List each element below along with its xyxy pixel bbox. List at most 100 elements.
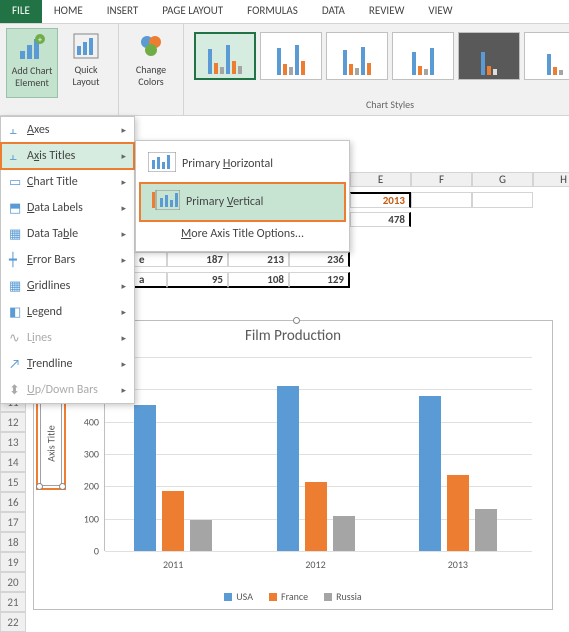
cell-b5-partial[interactable]: a: [135, 272, 167, 288]
plot-area[interactable]: 0100200300400500600201120122013: [104, 357, 532, 551]
primary-horizontal[interactable]: Primary Horizontal: [136, 145, 349, 183]
axes-icon: ⫠: [9, 123, 27, 138]
menu-updown-bars: ⬍Up/Down Bars▸: [1, 377, 134, 403]
chevron-right-icon: ▸: [121, 255, 126, 266]
chevron-right-icon: ▸: [121, 333, 126, 344]
chevron-right-icon: ▸: [121, 203, 126, 214]
menu-lines: ∿Lines▸: [1, 325, 134, 351]
error-bars-icon: ┿: [9, 253, 27, 268]
cell-g2[interactable]: [472, 192, 533, 208]
menu-data-table[interactable]: ▦Data Table▸: [1, 221, 134, 247]
ribbon-body: + Add Chart Element Quick Layout Change …: [0, 24, 569, 116]
row-header-13[interactable]: 13: [0, 432, 26, 452]
legend-france[interactable]: France: [269, 590, 308, 603]
menu-chart-title[interactable]: ▭Chart Title▸: [1, 169, 134, 195]
col-header-e[interactable]: E: [350, 172, 411, 187]
chart-legend[interactable]: USA France Russia: [34, 590, 552, 603]
change-colors-button[interactable]: Change Colors: [125, 28, 177, 98]
row-header-16[interactable]: 16: [0, 492, 26, 512]
row-header-15[interactable]: 15: [0, 472, 26, 492]
quick-layout-button[interactable]: Quick Layout: [60, 28, 112, 98]
lines-icon: ∿: [9, 331, 27, 346]
tab-view[interactable]: VIEW: [416, 0, 464, 23]
primary-horizontal-label: Primary Horizontal: [182, 157, 273, 171]
menu-axis-titles[interactable]: ⫠Axis Titles▸: [1, 143, 134, 169]
change-colors-icon: [135, 30, 167, 62]
axis-title-text[interactable]: Axis Title: [45, 425, 58, 461]
chart-style-4[interactable]: [392, 32, 454, 80]
cell-e5[interactable]: 129: [289, 272, 350, 288]
primary-horizontal-icon: [148, 152, 182, 176]
chart-title-icon: ▭: [9, 175, 27, 190]
menu-error-bars[interactable]: ┿Error Bars▸: [1, 247, 134, 273]
axis-titles-icon: ⫠: [9, 149, 27, 164]
chart-style-5[interactable]: [458, 32, 520, 80]
tab-home[interactable]: HOME: [42, 0, 95, 23]
legend-usa[interactable]: USA: [224, 590, 253, 603]
legend-russia[interactable]: Russia: [324, 590, 362, 603]
add-chart-element-icon: +: [16, 31, 48, 63]
cell-b4-partial[interactable]: e: [135, 252, 167, 267]
chart-styles-group-label: Chart Styles: [190, 98, 569, 113]
cell-f2[interactable]: [411, 192, 472, 208]
primary-vertical-label: Primary Vertical: [186, 195, 263, 209]
col-header-h[interactable]: H: [533, 172, 569, 187]
cell-d5[interactable]: 108: [228, 272, 289, 288]
chart-style-1[interactable]: [194, 32, 256, 80]
row-header-19[interactable]: 19: [0, 552, 26, 572]
row-header-17[interactable]: 17: [0, 512, 26, 532]
cell-e3[interactable]: 478: [350, 212, 411, 227]
menu-trendline[interactable]: ↗Trendline▸: [1, 351, 134, 377]
row-header-21[interactable]: 21: [0, 592, 26, 612]
primary-vertical[interactable]: Primary Vertical: [140, 183, 345, 221]
tab-review[interactable]: REVIEW: [357, 0, 417, 23]
quick-layout-icon: [70, 30, 102, 62]
gridlines-icon: ▦: [9, 279, 27, 294]
menu-axes[interactable]: ⫠Axes▸: [1, 117, 134, 143]
chart-style-6[interactable]: [524, 32, 569, 80]
row-header-14[interactable]: 14: [0, 452, 26, 472]
vertical-axis-title[interactable]: Axis Title: [40, 400, 62, 486]
ribbon-tabs: FILE HOME INSERT PAGE LAYOUT FORMULAS DA…: [0, 0, 569, 24]
menu-gridlines[interactable]: ▦Gridlines▸: [1, 273, 134, 299]
chevron-right-icon: ▸: [121, 281, 126, 292]
chevron-right-icon: ▸: [121, 177, 126, 188]
change-colors-label: Change Colors: [136, 64, 166, 88]
add-chart-element-label: Add Chart Element: [12, 65, 53, 89]
tab-insert[interactable]: INSERT: [95, 0, 151, 23]
col-header-g[interactable]: G: [472, 172, 533, 187]
cell-d4[interactable]: 213: [228, 252, 289, 267]
row-header-18[interactable]: 18: [0, 532, 26, 552]
quick-layout-label: Quick Layout: [72, 64, 99, 88]
tab-file[interactable]: FILE: [0, 0, 42, 23]
cell-e2[interactable]: 2013: [350, 192, 411, 208]
cell-e4[interactable]: 236: [289, 252, 350, 267]
axis-titles-submenu: Primary Horizontal Primary Vertical More…: [135, 140, 350, 252]
menu-legend[interactable]: ◧Legend▸: [1, 299, 134, 325]
chart-style-2[interactable]: [260, 32, 322, 80]
chevron-right-icon: ▸: [121, 359, 126, 370]
row-header-22[interactable]: 22: [0, 612, 26, 632]
more-axis-title-options[interactable]: More Axis Title Options...: [136, 221, 349, 247]
chevron-right-icon: ▸: [121, 125, 126, 136]
trendline-icon: ↗: [9, 357, 27, 372]
cell-c5[interactable]: 95: [167, 272, 228, 288]
data-table-icon: ▦: [9, 227, 27, 242]
data-labels-icon: ⬒: [9, 201, 27, 216]
legend-icon: ◧: [9, 305, 27, 320]
chevron-right-icon: ▸: [121, 385, 126, 396]
row-header-20[interactable]: 20: [0, 572, 26, 592]
add-chart-element-menu: ⫠Axes▸ ⫠Axis Titles▸ ▭Chart Title▸ ⬒Data…: [0, 116, 135, 404]
chart-style-3[interactable]: [326, 32, 388, 80]
col-header-f[interactable]: F: [411, 172, 472, 187]
menu-data-labels[interactable]: ⬒Data Labels▸: [1, 195, 134, 221]
tab-page-layout[interactable]: PAGE LAYOUT: [150, 0, 235, 23]
tab-formulas[interactable]: FORMULAS: [235, 0, 310, 23]
chart-styles-gallery: [190, 28, 569, 84]
row-header-12[interactable]: 12: [0, 412, 26, 432]
chevron-right-icon: ▸: [121, 151, 126, 162]
cell-c4[interactable]: 187: [167, 252, 228, 267]
chevron-right-icon: ▸: [121, 229, 126, 240]
add-chart-element-button[interactable]: + Add Chart Element: [6, 28, 58, 98]
tab-data[interactable]: DATA: [310, 0, 357, 23]
